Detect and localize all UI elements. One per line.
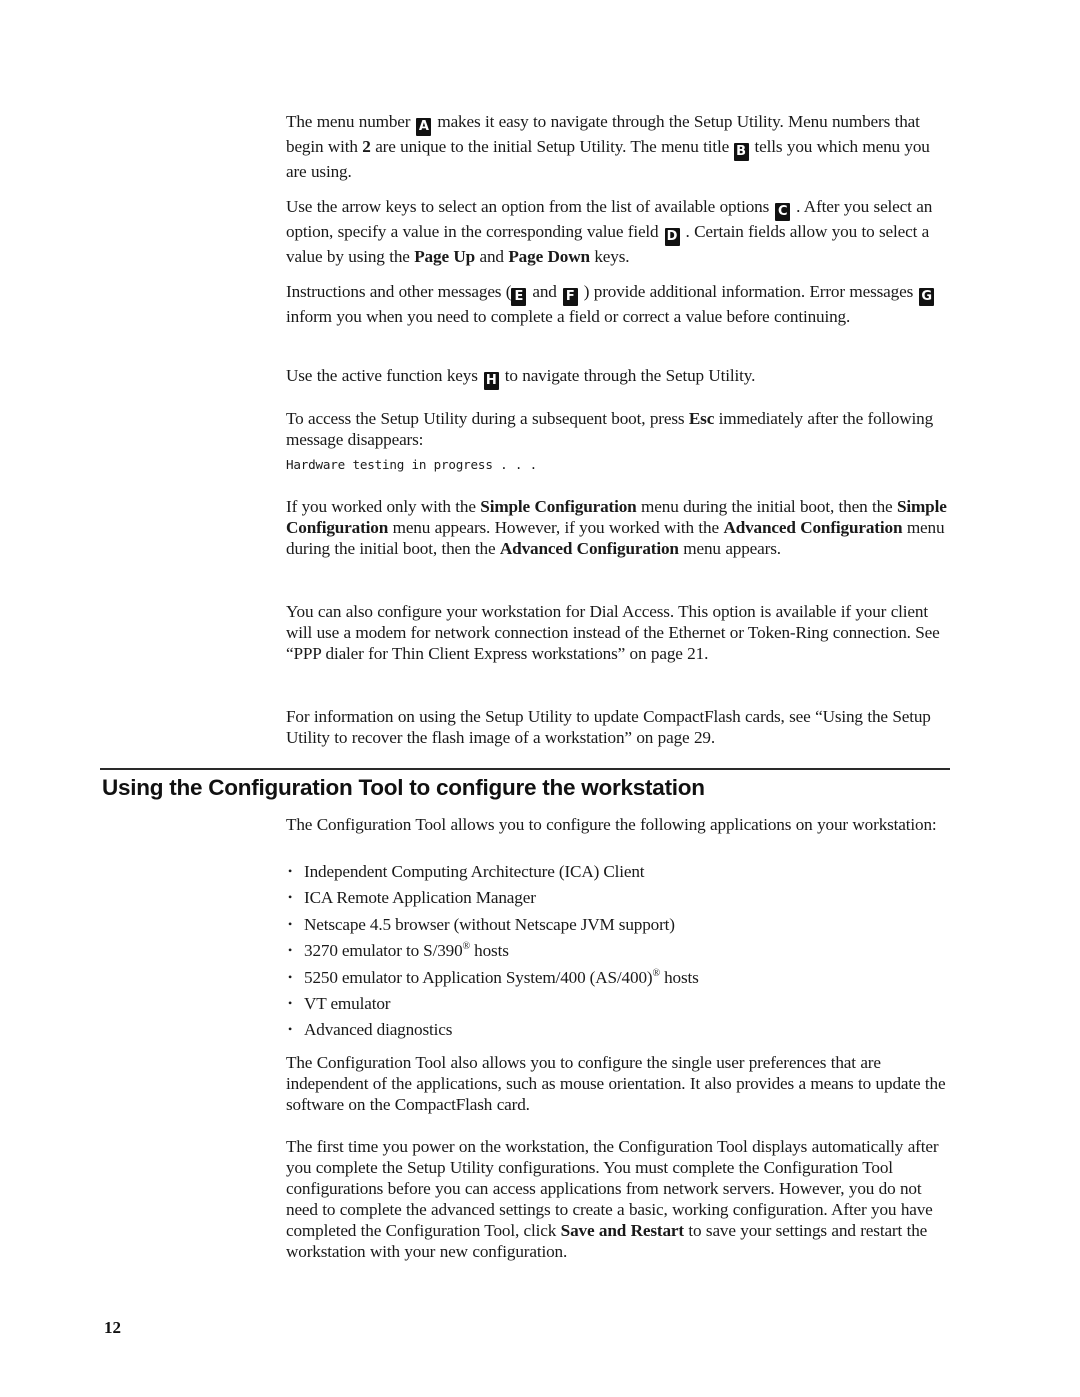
callout-marker-f: F [562,288,578,306]
paragraph-function-keys: Use the active function keys Hto navigate… [286,365,950,390]
compactflash-text: For information on using the Setup Utili… [286,707,931,747]
list-item-text-suffix: hosts [659,967,699,987]
paragraph-instructions: Instructions and other messages (Eand F ) … [286,281,950,327]
bullet-icon: • [288,890,293,905]
text: Instructions and other messages ( [286,282,512,301]
paragraph-simple-configuration: If you worked only with the Simple Confi… [286,496,950,559]
list-item-text: VT emulator [304,993,391,1013]
list-item: • Netscape 4.5 browser (without Netscape … [286,914,950,940]
paragraph-first-time: The first time you power on the workstat… [286,1136,950,1262]
text: and [479,247,505,266]
text: menu during the initial boot, then the [641,497,893,516]
paragraph-subsequent-boot: To access the Setup Utility during a sub… [286,408,950,473]
paragraph-compactflash: For information on using the Setup Utili… [286,706,950,748]
bullet-list: • Independent Computing Architecture (ICA… [286,861,950,1046]
list-item-text-suffix: hosts [470,941,509,961]
text: ) provide additional information. Error … [583,282,914,301]
list-item-text: 3270 emulator to S/390 [304,941,463,961]
bold-text: Simple Configuration [480,497,637,516]
section-intro: The Configuration Tool allows you to con… [286,814,950,835]
registered-mark: ® [462,941,471,953]
paragraph-menu-number: The menu number Amakes it easy to navigat… [286,111,950,182]
callout-marker-a: A [416,118,432,136]
text: to navigate through the Setup Utility. [504,366,756,385]
list-item-text: 5250 emulator to Application System/400 … [304,967,653,987]
text: menu appears. [683,539,781,558]
paragraph-preferences: The Configuration Tool also allows you t… [286,1052,950,1115]
dial-access-text: You can also configure your workstation … [286,602,940,663]
bold-text: Page Up [414,247,476,266]
text: Use the active function keys [286,366,478,385]
callout-marker-g: G [919,288,935,306]
text: keys. [594,247,630,266]
text: The menu number [286,112,411,131]
text: and [532,282,557,301]
bold-text: Page Down [508,247,590,266]
registered-mark: ® [652,967,660,979]
list-item: • ICA Remote Application Manager [286,887,950,913]
list-item: • Advanced diagnostics [286,1019,950,1045]
bullet-icon: • [288,995,293,1010]
callout-marker-d: D [664,228,680,246]
list-item-text: Netscape 4.5 browser (without Netscape J… [304,914,675,934]
bullet-icon: • [288,943,293,958]
list-item: • Independent Computing Architecture (ICA… [286,861,950,887]
bullet-icon: • [288,864,293,878]
document-page: The menu number Amakes it easy to navigat… [0,0,1080,1397]
paragraph-arrow-keys: Use the arrow keys to select an option f… [286,196,950,267]
bold-text: Save and Restart [560,1221,684,1240]
text: are unique to the initial Setup Utility.… [375,137,730,156]
bold-text: 2 [362,137,371,156]
application-list: • Independent Computing Architecture (ICA… [286,861,950,1046]
bold-text: Advanced Configuration [499,539,679,558]
list-item: • 3270 emulator to S/390® hosts [286,940,950,966]
list-item: • 5250 emulator to Application System/400… [286,967,950,993]
callout-marker-e: E [511,288,527,306]
list-item: • VT emulator [286,993,950,1019]
section-heading: Using the Configuration Tool to configur… [102,775,705,800]
bold-text: Esc [688,409,715,428]
list-item-text: ICA Remote Application Manager [304,888,536,908]
page-number: 12 [104,1318,121,1337]
bullet-icon: • [288,969,293,984]
paragraph-dial-access: You can also configure your workstation … [286,601,950,664]
boot-message-code: Hardware testing in progress . . . [286,457,537,472]
section-intro-text: The Configuration Tool allows you to con… [286,815,937,834]
callout-marker-c: C [775,203,791,221]
section-divider [100,768,950,770]
bold-text: Advanced Configuration [723,518,903,537]
bullet-icon: • [288,916,293,931]
preferences-text: The Configuration Tool also allows you t… [286,1053,946,1114]
text: If you worked only with the [286,497,476,516]
bullet-icon: • [288,1022,293,1037]
text: menu appears. However, if you worked wit… [392,518,720,537]
list-item-text: Advanced diagnostics [304,1020,453,1040]
list-item-text: Independent Computing Architecture (ICA)… [304,862,645,881]
callout-marker-h: H [483,372,499,390]
text: To access the Setup Utility during a sub… [286,409,685,428]
text: Use the arrow keys to select an option f… [286,197,770,216]
callout-marker-b: B [733,143,749,161]
text: inform you when you need to complete a f… [286,307,851,326]
